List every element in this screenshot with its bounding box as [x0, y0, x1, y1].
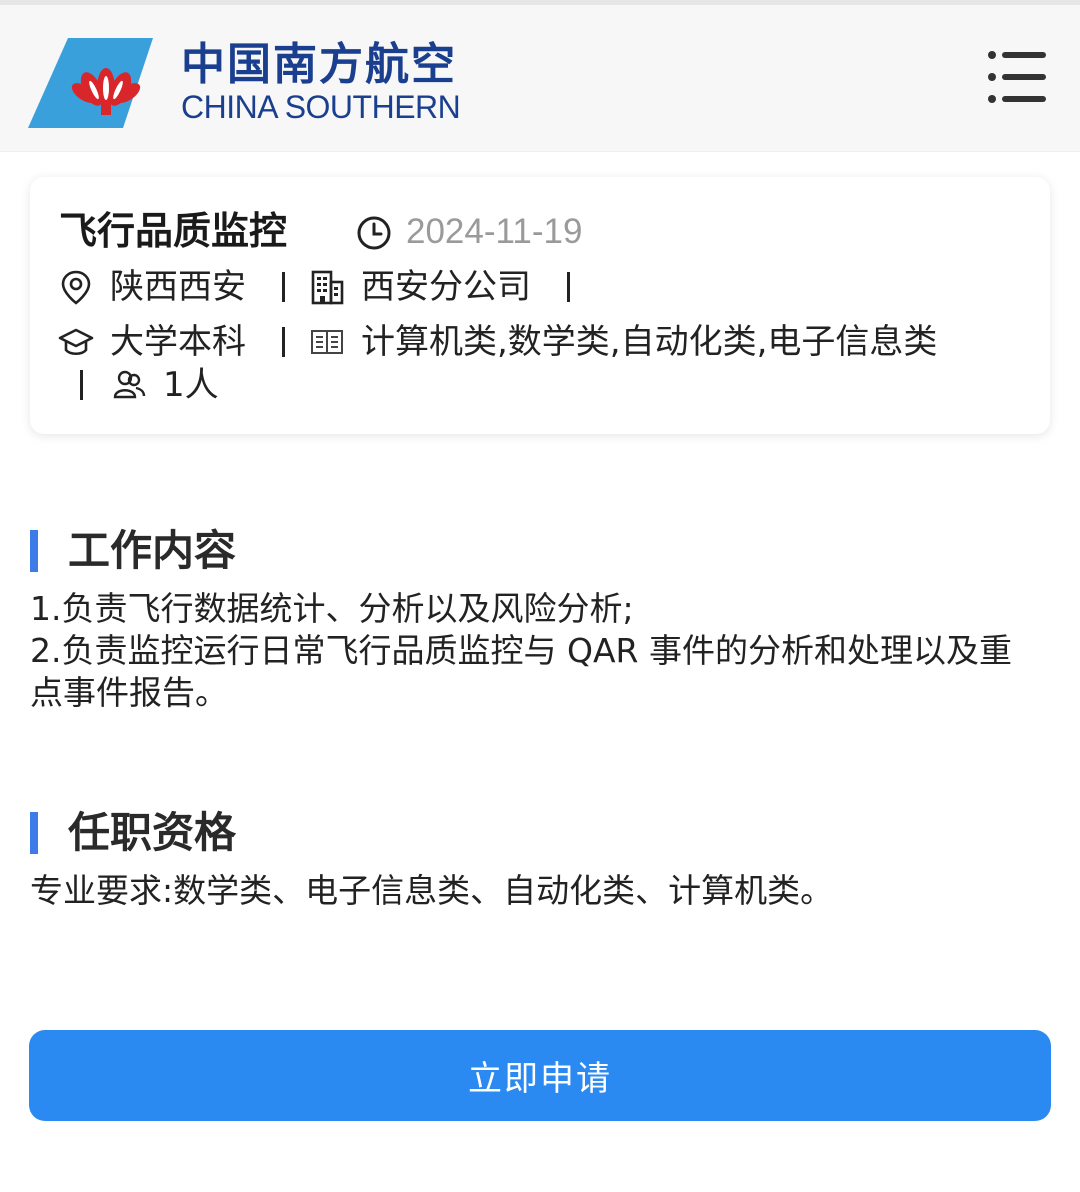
- job-meta-row-location: 陕西西安 西安分公司: [58, 265, 570, 309]
- requirements-line-1: 专业要求:数学类、电子信息类、自动化类、计算机类。: [30, 871, 834, 910]
- china-southern-logo[interactable]: 中国南方航空 CHINA SOUTHERN: [28, 33, 461, 133]
- duties-line-1: 1.负责飞行数据统计、分析以及风险分析;: [30, 589, 634, 628]
- job-headcount: 1人: [163, 365, 219, 405]
- section-duties-title: 工作内容: [68, 526, 237, 575]
- book-icon: [311, 330, 343, 354]
- section-accent-bar: [30, 812, 38, 854]
- job-meta-row-education: 大学本科 计算机类,数学类,自动化类,电子信息类: [58, 320, 937, 364]
- job-education: 大学本科: [110, 322, 246, 362]
- people-icon: [113, 370, 146, 399]
- apply-now-button[interactable]: 立即申请: [29, 1030, 1051, 1121]
- job-majors: 计算机类,数学类,自动化类,电子信息类: [361, 322, 938, 362]
- building-icon: [311, 270, 344, 305]
- job-post-date: 2024-11-19: [406, 212, 583, 251]
- location-pin-icon: [61, 270, 91, 305]
- section-requirements-header: 任职资格: [30, 808, 236, 858]
- clock-icon: [357, 216, 391, 250]
- kapok-flower-logo-icon: [28, 38, 153, 128]
- section-duties-header: 工作内容: [30, 526, 236, 576]
- section-accent-bar: [30, 530, 38, 572]
- brand-name-chinese: 中国南方航空: [181, 39, 457, 90]
- job-location: 陕西西安: [110, 267, 246, 307]
- job-meta-row-headcount: 1人: [80, 363, 219, 407]
- separator: [282, 327, 285, 357]
- job-summary-card: 飞行品质监控 2024-11-19 陕西西安 西安分公司 大学本科 计算机类,数…: [30, 177, 1050, 434]
- job-title: 飞行品质监控: [59, 209, 288, 253]
- brand-name-english: CHINA SOUTHERN: [181, 89, 461, 125]
- graduation-cap-icon: [58, 328, 94, 356]
- section-requirements-title: 任职资格: [68, 808, 237, 857]
- job-company: 西安分公司: [361, 267, 531, 307]
- separator: [282, 272, 285, 302]
- app-header: 中国南方航空 CHINA SOUTHERN: [0, 0, 1080, 152]
- separator: [567, 272, 570, 302]
- hamburger-menu-icon[interactable]: [984, 45, 1048, 109]
- duties-line-2: 2.负责监控运行日常飞行品质监控与 QAR 事件的分析和处理以及重点事件报告。: [30, 631, 1012, 712]
- separator: [80, 370, 83, 400]
